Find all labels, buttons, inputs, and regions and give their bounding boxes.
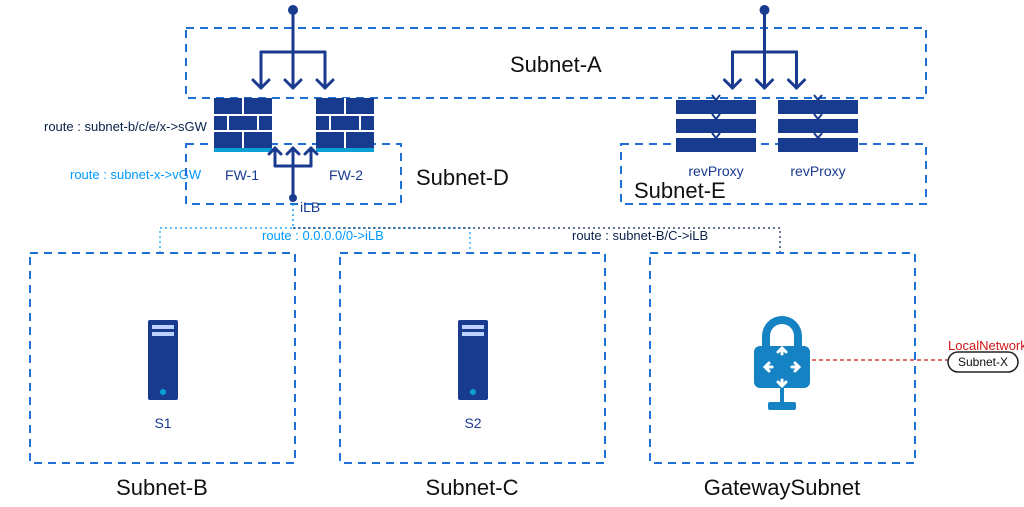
route-bc-ilb-label: route : subnet-B/C->iLB: [572, 228, 708, 243]
firewall-1-icon: [214, 98, 272, 152]
revproxy-1-icon: [676, 95, 756, 152]
server-s2-label: S2: [464, 415, 481, 431]
ilb-label: iLB: [300, 199, 320, 215]
revproxy-2-icon: [778, 95, 858, 152]
subnet-c-label: Subnet-C: [426, 475, 519, 500]
gateway-subnet-label: GatewaySubnet: [704, 475, 861, 500]
route-sgw-label: route : subnet-b/c/e/x->sGW: [44, 119, 208, 134]
subnet-e-label: Subnet-E: [634, 178, 726, 203]
subnet-b-label: Subnet-B: [116, 475, 208, 500]
route-default-label: route : 0.0.0.0/0->iLB: [262, 228, 384, 243]
local-gateway-label: LocalNetworkGateway: [948, 338, 1024, 353]
route-vgw-label: route : subnet-x->vGW: [70, 167, 202, 182]
server-s2-icon: [458, 320, 488, 400]
server-s1-label: S1: [154, 415, 171, 431]
revproxy-2-label: revProxy: [790, 163, 845, 179]
subnet-a-label: Subnet-A: [510, 52, 602, 77]
subnet-d-label: Subnet-D: [416, 165, 509, 190]
firewall-1-label: FW-1: [225, 167, 259, 183]
firewall-2-icon: [316, 98, 374, 152]
ilb-icon: [269, 148, 317, 202]
subnet-x-label: Subnet-X: [958, 355, 1008, 369]
load-balancer-top-icon: [253, 5, 333, 88]
server-s1-icon: [148, 320, 178, 400]
revproxy-1-label: revProxy: [688, 163, 743, 179]
vpn-gateway-icon: [754, 316, 810, 410]
firewall-2-label: FW-2: [329, 167, 363, 183]
load-balancer-revproxy-icon: [725, 5, 805, 88]
